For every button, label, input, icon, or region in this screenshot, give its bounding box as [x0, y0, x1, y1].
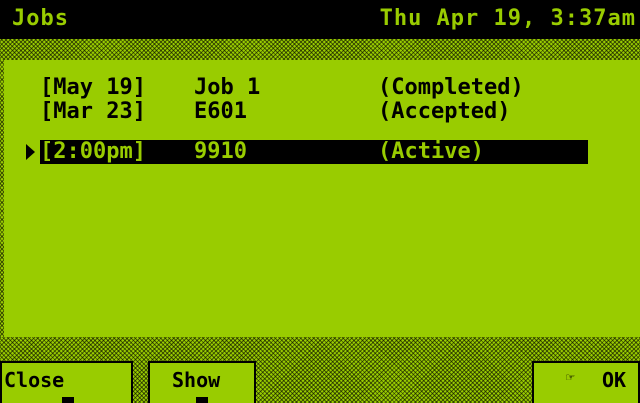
job-row-selected[interactable]: [2:00pm] 9910 (Active)	[4, 140, 604, 164]
job-status: (Completed)	[378, 75, 524, 100]
clock: Thu Apr 19, 3:37am	[379, 6, 636, 31]
show-button[interactable]: Show	[148, 361, 256, 403]
job-row[interactable]: [May 19] Job 1 (Completed)	[4, 76, 604, 100]
show-label: Show	[172, 368, 221, 392]
pointing-hand-icon: ☞	[566, 370, 575, 386]
job-name: E601	[194, 99, 247, 124]
softkey-notch	[62, 397, 74, 403]
softkey-notch	[196, 397, 208, 403]
job-date: [Mar 23]	[40, 99, 146, 124]
title-bar: Jobs Thu Apr 19, 3:37am	[0, 0, 640, 39]
close-button[interactable]: Close	[0, 361, 133, 403]
ok-label: OK	[602, 368, 627, 392]
job-status: (Active)	[378, 139, 484, 164]
window-title: Jobs	[12, 6, 69, 31]
ok-button[interactable]: ☞ OK	[532, 361, 640, 403]
job-date: [2:00pm]	[40, 139, 146, 164]
job-name: 9910	[194, 139, 247, 164]
job-row[interactable]: [Mar 23] E601 (Accepted)	[4, 100, 604, 124]
job-name: Job 1	[194, 75, 261, 100]
close-label: Close	[4, 368, 65, 392]
job-list: [May 19] Job 1 (Completed) [Mar 23] E601…	[4, 60, 640, 337]
top-dither-band	[0, 39, 640, 60]
job-status: (Accepted)	[378, 99, 511, 124]
pointer-triangle-icon	[26, 144, 35, 160]
job-date: [May 19]	[40, 75, 146, 100]
